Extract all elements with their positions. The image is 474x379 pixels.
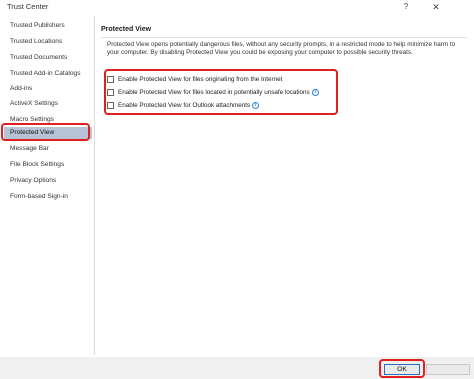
help-icon[interactable]: ? [400,1,412,13]
sidebar-item-privacy-options[interactable]: Privacy Options [4,175,92,187]
ok-button[interactable]: OK [384,364,420,375]
sidebar-item-trusted-locations[interactable]: Trusted Locations [4,36,92,48]
section-title: Protected View [101,26,152,33]
option-unsafe-locations-checkbox[interactable] [107,88,114,96]
sidebar-item-file-block-settings[interactable]: File Block Settings [4,159,92,171]
sidebar-item-message-bar[interactable]: Message Bar [4,143,92,155]
option-outlook-attachments-checkbox[interactable] [107,101,114,109]
cancel-button[interactable] [426,364,470,375]
main-panel: Protected View Protected View opens pote… [101,16,469,356]
option-unsafe-locations-label[interactable]: Enable Protected View for files located … [118,89,310,96]
option-unsafe-locations-row[interactable]: Enable Protected View for files located … [107,87,319,97]
title-bar: Trust Center ? ✕ [0,0,474,14]
window-title: Trust Center [7,2,49,11]
sidebar-item-trusted-add-in-catalogs[interactable]: Trusted Add-in Catalogs [4,68,92,80]
sidebar-item-add-ins[interactable]: Add-ins [4,83,92,95]
sidebar-item-activex-settings[interactable]: ActiveX Settings [4,98,92,110]
option-internet-row[interactable]: Enable Protected View for files originat… [107,74,282,84]
info-icon[interactable]: i [252,101,260,109]
protected-view-highlight [1,123,90,141]
option-outlook-attachments-label[interactable]: Enable Protected View for Outlook attach… [118,102,250,109]
option-internet-checkbox[interactable] [107,75,114,83]
sidebar-item-trusted-documents[interactable]: Trusted Documents [4,52,92,64]
description-text: Protected View opens potentially dangero… [107,41,456,57]
close-icon[interactable]: ✕ [430,1,442,13]
sidebar-item-trusted-publishers[interactable]: Trusted Publishers [4,20,92,32]
sidebar: Trusted Publishers Trusted Locations Tru… [4,16,95,355]
section-divider [101,37,467,38]
info-icon[interactable]: i [311,88,319,96]
option-outlook-attachments-row[interactable]: Enable Protected View for Outlook attach… [107,100,260,110]
sidebar-item-form-based-sign-in[interactable]: Form-based Sign-in [4,191,92,203]
option-internet-label[interactable]: Enable Protected View for files originat… [118,76,282,83]
